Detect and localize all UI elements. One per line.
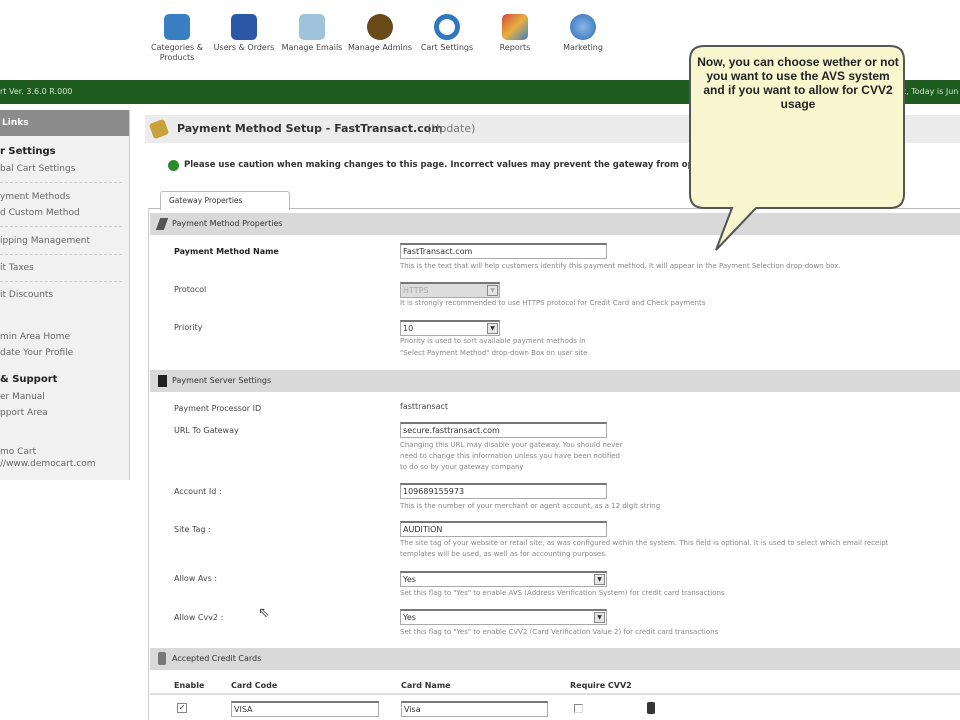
sidebar-item-admin-home[interactable]: min Area Home [0, 332, 70, 342]
sidebar-item-add-custom-method[interactable]: d Custom Method [0, 208, 80, 218]
check-icon [155, 218, 169, 230]
cart-icon [231, 14, 257, 40]
url-help: to do so by your gateway company [400, 463, 524, 471]
card-code-input[interactable]: VISA [231, 701, 379, 717]
priority-label: Priority [174, 323, 203, 332]
version-text: rt Ver. 3.6.0 R.000 [0, 87, 73, 96]
nav-users-orders[interactable]: Users & Orders [209, 14, 279, 53]
priority-help: Priority is used to sort available payme… [400, 337, 586, 345]
account-id-input[interactable]: 109689155973 [400, 483, 607, 499]
site-tag-label: Site Tag : [174, 525, 211, 534]
reports-icon [502, 14, 528, 40]
allow-cvv2-help: Set this flag to "Yes" to enable CVV2 (C… [400, 628, 719, 636]
url-help: Changing this URL may disable your gatew… [400, 441, 623, 449]
page-title: Payment Method Setup - FastTransact.com [177, 122, 443, 135]
server-icon [158, 375, 167, 387]
column-header-require-cvv2: Require CVV2 [570, 681, 632, 690]
column-header-card-name: Card Name [401, 681, 451, 690]
enable-checkbox[interactable]: ✓ [177, 703, 187, 713]
chevron-down-icon: ▼ [594, 574, 605, 585]
protocol-select[interactable]: HTTPS ▼ [400, 282, 500, 298]
sidebar-item-discounts[interactable]: it Discounts [0, 290, 53, 300]
priority-help: "Select Payment Method" drop-down Box on… [400, 349, 588, 357]
envelope-icon [299, 14, 325, 40]
nav-manage-emails[interactable]: Manage Emails [277, 14, 347, 53]
categories-icon [164, 14, 190, 40]
protocol-help: It is strongly recommended to use HTTPS … [400, 299, 706, 307]
sidebar-demo-cart: mo Cart [0, 447, 37, 457]
settings-icon [434, 14, 460, 40]
allow-cvv2-label: Allow Cvv2 : [174, 613, 224, 622]
column-header-enable: Enable [174, 681, 205, 690]
protocol-label: Protocol [174, 285, 207, 294]
column-header-card-code: Card Code [231, 681, 278, 690]
payment-method-name-label: Payment Method Name [174, 247, 279, 256]
callout-text: Now, you can choose wether or not you wa… [697, 55, 899, 111]
allow-cvv2-select[interactable]: Yes ▼ [400, 609, 607, 625]
date-text: t, Today is Jun [903, 87, 959, 96]
site-tag-help: The site tag of your website or retail s… [400, 539, 889, 547]
globe-icon [570, 14, 596, 40]
sidebar-title: Links [0, 110, 129, 136]
sidebar-item-support-area[interactable]: pport Area [0, 408, 48, 418]
sidebar: Links r Settings bal Cart Settings yment… [0, 110, 130, 480]
admins-icon [367, 14, 393, 40]
priority-select[interactable]: 10 ▼ [400, 320, 500, 336]
allow-avs-label: Allow Avs : [174, 574, 218, 583]
nav-categories-products[interactable]: Categories & Products [142, 14, 212, 63]
chevron-down-icon: ▼ [487, 323, 498, 334]
nav-marketing[interactable]: Marketing [548, 14, 618, 53]
url-help: need to change this information unless y… [400, 452, 620, 460]
nav-reports[interactable]: Reports [480, 14, 550, 53]
trash-icon[interactable] [647, 702, 655, 714]
url-label: URL To Gateway [174, 426, 239, 435]
sidebar-item-shipping[interactable]: ipping Management [0, 236, 90, 246]
sidebar-item-taxes[interactable]: it Taxes [0, 263, 34, 273]
processor-id-label: Payment Processor ID [174, 404, 262, 413]
tutorial-callout: Now, you can choose wether or not you wa… [686, 42, 910, 258]
sidebar-demo-link[interactable]: //www.democart.com [0, 459, 95, 469]
site-tag-help: templates will be used, as well as for a… [400, 550, 608, 558]
sidebar-item-user-manual[interactable]: er Manual [0, 392, 45, 402]
processor-id-value: fasttransact [400, 402, 449, 411]
page-title-suffix: (Update) [427, 122, 476, 135]
caution-message: Please use caution when making changes t… [184, 160, 694, 170]
sidebar-heading-settings: r Settings [0, 146, 56, 157]
site-tag-input[interactable]: AUDITION [400, 521, 607, 537]
chevron-down-icon: ▼ [594, 612, 605, 623]
require-cvv2-checkbox[interactable] [574, 704, 583, 713]
sidebar-item-global-cart-settings[interactable]: bal Cart Settings [0, 164, 75, 174]
tab-gateway-properties[interactable]: Gateway Properties [160, 191, 290, 210]
allow-avs-select[interactable]: Yes ▼ [400, 571, 607, 587]
payment-method-name-help: This is the text that will help customer… [400, 262, 841, 270]
pencil-icon [148, 118, 170, 140]
url-input[interactable]: secure.fasttransact.com [400, 422, 607, 438]
sidebar-item-payment-methods[interactable]: yment Methods [0, 192, 70, 202]
sidebar-item-update-profile[interactable]: date Your Profile [0, 348, 73, 358]
nav-manage-admins[interactable]: Manage Admins [345, 14, 415, 53]
info-icon [168, 160, 179, 171]
nav-cart-settings[interactable]: Cart Settings [412, 14, 482, 53]
chevron-down-icon: ▼ [487, 285, 498, 296]
section-payment-server-settings: Payment Server Settings [150, 370, 960, 392]
allow-avs-help: Set this flag to "Yes" to enable AVS (Ad… [400, 589, 725, 597]
mouse-cursor-icon: ⇖ [258, 605, 270, 621]
account-id-help: This is the number of your merchant or a… [400, 502, 661, 510]
card-name-input[interactable]: Visa [401, 701, 548, 717]
account-id-label: Account Id : [174, 487, 222, 496]
card-icon [158, 652, 166, 665]
payment-method-name-input[interactable]: FastTransact.com [400, 243, 607, 259]
section-accepted-credit-cards: Accepted Credit Cards [150, 648, 960, 670]
sidebar-heading-support: & Support [0, 374, 58, 385]
